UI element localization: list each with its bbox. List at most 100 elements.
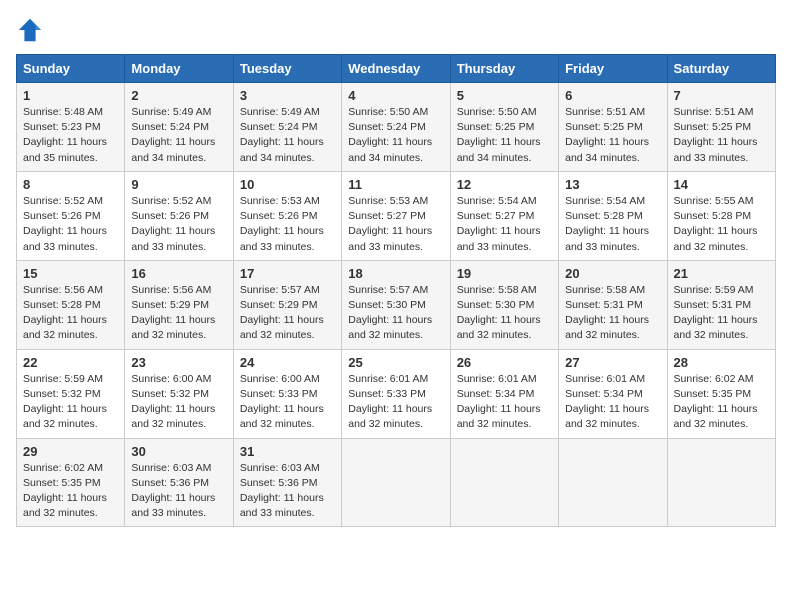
day-info: Sunrise: 5:52 AM Sunset: 5:26 PM Dayligh… (23, 194, 118, 255)
day-number: 11 (348, 177, 443, 192)
day-cell: 23 Sunrise: 6:00 AM Sunset: 5:32 PM Dayl… (125, 349, 233, 438)
daylight-label: Daylight: 11 hours and 32 minutes. (240, 403, 324, 430)
day-number: 10 (240, 177, 335, 192)
sunrise-label: Sunrise: 6:00 AM (240, 373, 320, 385)
sunrise-label: Sunrise: 5:57 AM (348, 284, 428, 296)
week-row-5: 29 Sunrise: 6:02 AM Sunset: 5:35 PM Dayl… (17, 438, 776, 527)
sunset-label: Sunset: 5:32 PM (131, 388, 209, 400)
header-wednesday: Wednesday (342, 55, 450, 83)
sunset-label: Sunset: 5:24 PM (348, 121, 426, 133)
daylight-label: Daylight: 11 hours and 32 minutes. (674, 403, 758, 430)
sunset-label: Sunset: 5:27 PM (457, 210, 535, 222)
sunset-label: Sunset: 5:33 PM (348, 388, 426, 400)
day-cell: 30 Sunrise: 6:03 AM Sunset: 5:36 PM Dayl… (125, 438, 233, 527)
header-saturday: Saturday (667, 55, 775, 83)
week-row-3: 15 Sunrise: 5:56 AM Sunset: 5:28 PM Dayl… (17, 260, 776, 349)
header-monday: Monday (125, 55, 233, 83)
sunset-label: Sunset: 5:26 PM (23, 210, 101, 222)
day-cell (342, 438, 450, 527)
day-cell: 31 Sunrise: 6:03 AM Sunset: 5:36 PM Dayl… (233, 438, 341, 527)
day-cell: 15 Sunrise: 5:56 AM Sunset: 5:28 PM Dayl… (17, 260, 125, 349)
sunset-label: Sunset: 5:27 PM (348, 210, 426, 222)
sunrise-label: Sunrise: 5:51 AM (565, 106, 645, 118)
sunset-label: Sunset: 5:25 PM (565, 121, 643, 133)
day-info: Sunrise: 5:51 AM Sunset: 5:25 PM Dayligh… (565, 105, 660, 166)
day-number: 15 (23, 266, 118, 281)
daylight-label: Daylight: 11 hours and 34 minutes. (240, 136, 324, 163)
sunrise-label: Sunrise: 6:00 AM (131, 373, 211, 385)
day-cell: 9 Sunrise: 5:52 AM Sunset: 5:26 PM Dayli… (125, 171, 233, 260)
day-info: Sunrise: 5:50 AM Sunset: 5:24 PM Dayligh… (348, 105, 443, 166)
day-number: 19 (457, 266, 552, 281)
sunset-label: Sunset: 5:24 PM (240, 121, 318, 133)
header-tuesday: Tuesday (233, 55, 341, 83)
logo-icon (16, 16, 44, 44)
header-sunday: Sunday (17, 55, 125, 83)
sunrise-label: Sunrise: 5:54 AM (457, 195, 537, 207)
sunset-label: Sunset: 5:25 PM (457, 121, 535, 133)
sunrise-label: Sunrise: 5:48 AM (23, 106, 103, 118)
sunset-label: Sunset: 5:24 PM (131, 121, 209, 133)
sunrise-label: Sunrise: 5:50 AM (348, 106, 428, 118)
day-info: Sunrise: 5:59 AM Sunset: 5:32 PM Dayligh… (23, 372, 118, 433)
sunrise-label: Sunrise: 5:58 AM (565, 284, 645, 296)
day-number: 12 (457, 177, 552, 192)
day-number: 16 (131, 266, 226, 281)
sunset-label: Sunset: 5:31 PM (674, 299, 752, 311)
day-info: Sunrise: 5:54 AM Sunset: 5:28 PM Dayligh… (565, 194, 660, 255)
day-info: Sunrise: 6:00 AM Sunset: 5:33 PM Dayligh… (240, 372, 335, 433)
day-info: Sunrise: 6:03 AM Sunset: 5:36 PM Dayligh… (240, 461, 335, 522)
day-cell: 22 Sunrise: 5:59 AM Sunset: 5:32 PM Dayl… (17, 349, 125, 438)
day-info: Sunrise: 5:52 AM Sunset: 5:26 PM Dayligh… (131, 194, 226, 255)
day-number: 26 (457, 355, 552, 370)
day-number: 9 (131, 177, 226, 192)
sunset-label: Sunset: 5:31 PM (565, 299, 643, 311)
day-number: 7 (674, 88, 769, 103)
day-info: Sunrise: 5:53 AM Sunset: 5:27 PM Dayligh… (348, 194, 443, 255)
header-thursday: Thursday (450, 55, 558, 83)
day-cell: 14 Sunrise: 5:55 AM Sunset: 5:28 PM Dayl… (667, 171, 775, 260)
day-cell: 29 Sunrise: 6:02 AM Sunset: 5:35 PM Dayl… (17, 438, 125, 527)
daylight-label: Daylight: 11 hours and 32 minutes. (565, 314, 649, 341)
day-cell: 12 Sunrise: 5:54 AM Sunset: 5:27 PM Dayl… (450, 171, 558, 260)
day-info: Sunrise: 6:02 AM Sunset: 5:35 PM Dayligh… (23, 461, 118, 522)
sunrise-label: Sunrise: 5:59 AM (23, 373, 103, 385)
day-cell: 10 Sunrise: 5:53 AM Sunset: 5:26 PM Dayl… (233, 171, 341, 260)
day-number: 28 (674, 355, 769, 370)
sunset-label: Sunset: 5:35 PM (674, 388, 752, 400)
daylight-label: Daylight: 11 hours and 33 minutes. (348, 225, 432, 252)
daylight-label: Daylight: 11 hours and 32 minutes. (457, 314, 541, 341)
calendar-table: SundayMondayTuesdayWednesdayThursdayFrid… (16, 54, 776, 527)
day-info: Sunrise: 5:51 AM Sunset: 5:25 PM Dayligh… (674, 105, 769, 166)
day-info: Sunrise: 6:03 AM Sunset: 5:36 PM Dayligh… (131, 461, 226, 522)
sunrise-label: Sunrise: 5:53 AM (240, 195, 320, 207)
sunset-label: Sunset: 5:34 PM (565, 388, 643, 400)
day-info: Sunrise: 6:01 AM Sunset: 5:33 PM Dayligh… (348, 372, 443, 433)
week-row-1: 1 Sunrise: 5:48 AM Sunset: 5:23 PM Dayli… (17, 83, 776, 172)
day-info: Sunrise: 5:57 AM Sunset: 5:29 PM Dayligh… (240, 283, 335, 344)
day-number: 4 (348, 88, 443, 103)
day-cell: 19 Sunrise: 5:58 AM Sunset: 5:30 PM Dayl… (450, 260, 558, 349)
day-cell: 17 Sunrise: 5:57 AM Sunset: 5:29 PM Dayl… (233, 260, 341, 349)
sunrise-label: Sunrise: 5:49 AM (131, 106, 211, 118)
sunrise-label: Sunrise: 5:53 AM (348, 195, 428, 207)
daylight-label: Daylight: 11 hours and 33 minutes. (131, 225, 215, 252)
sunset-label: Sunset: 5:23 PM (23, 121, 101, 133)
day-info: Sunrise: 6:01 AM Sunset: 5:34 PM Dayligh… (457, 372, 552, 433)
day-number: 1 (23, 88, 118, 103)
day-info: Sunrise: 5:48 AM Sunset: 5:23 PM Dayligh… (23, 105, 118, 166)
day-number: 29 (23, 444, 118, 459)
day-cell: 13 Sunrise: 5:54 AM Sunset: 5:28 PM Dayl… (559, 171, 667, 260)
day-cell: 7 Sunrise: 5:51 AM Sunset: 5:25 PM Dayli… (667, 83, 775, 172)
sunrise-label: Sunrise: 5:55 AM (674, 195, 754, 207)
day-cell: 16 Sunrise: 5:56 AM Sunset: 5:29 PM Dayl… (125, 260, 233, 349)
header-row: SundayMondayTuesdayWednesdayThursdayFrid… (17, 55, 776, 83)
day-cell: 1 Sunrise: 5:48 AM Sunset: 5:23 PM Dayli… (17, 83, 125, 172)
daylight-label: Daylight: 11 hours and 32 minutes. (348, 314, 432, 341)
daylight-label: Daylight: 11 hours and 32 minutes. (674, 225, 758, 252)
daylight-label: Daylight: 11 hours and 33 minutes. (674, 136, 758, 163)
daylight-label: Daylight: 11 hours and 32 minutes. (240, 314, 324, 341)
day-cell: 2 Sunrise: 5:49 AM Sunset: 5:24 PM Dayli… (125, 83, 233, 172)
week-row-2: 8 Sunrise: 5:52 AM Sunset: 5:26 PM Dayli… (17, 171, 776, 260)
sunrise-label: Sunrise: 5:49 AM (240, 106, 320, 118)
